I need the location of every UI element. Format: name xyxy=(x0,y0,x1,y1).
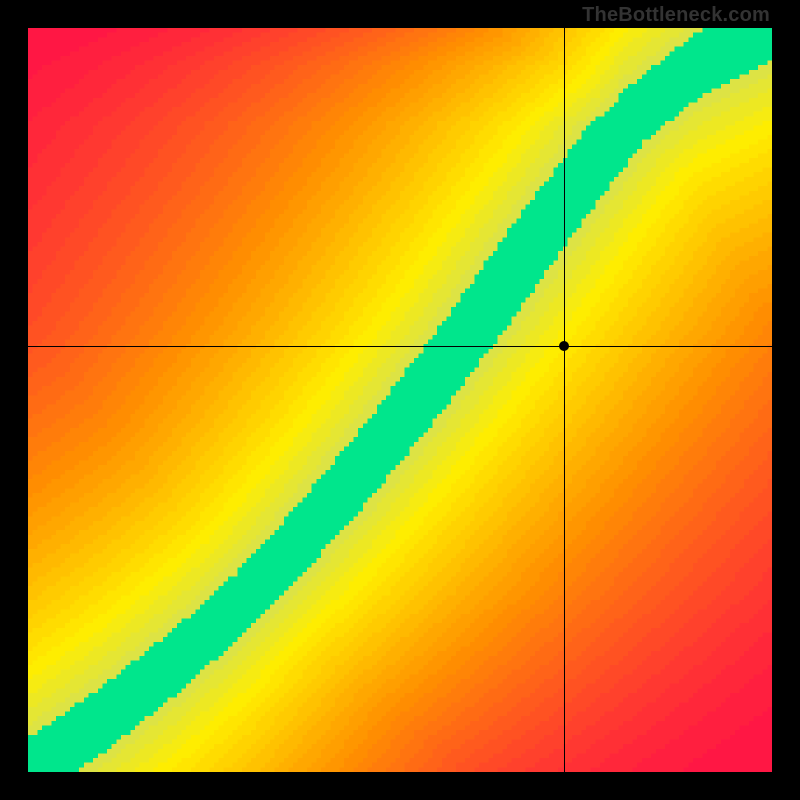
crosshair-marker xyxy=(559,341,569,351)
watermark-text: TheBottleneck.com xyxy=(582,4,770,27)
heatmap-plot xyxy=(28,28,772,772)
chart-frame: TheBottleneck.com xyxy=(0,0,800,800)
heatmap-canvas xyxy=(28,28,772,772)
crosshair-vertical xyxy=(564,28,565,772)
crosshair-horizontal xyxy=(28,346,772,347)
